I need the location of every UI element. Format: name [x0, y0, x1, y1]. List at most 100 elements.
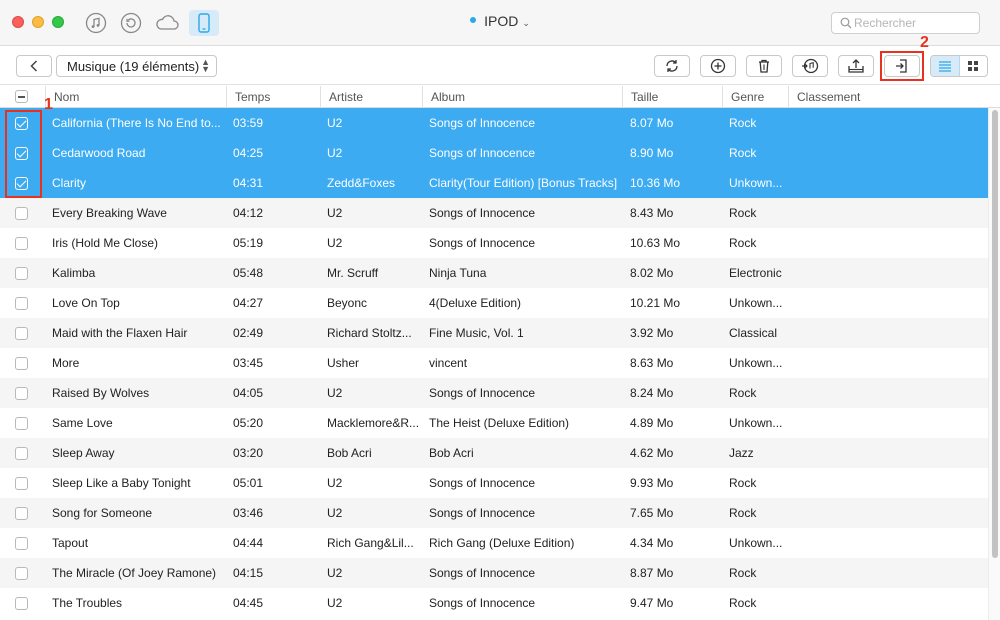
table-row[interactable]: Raised By Wolves 04:05 U2 Songs of Innocenc…: [0, 378, 988, 408]
refresh-button[interactable]: [654, 55, 690, 77]
cell-album: Rich Gang (Deluxe Edition): [429, 536, 575, 550]
table-row[interactable]: Clarity 04:31 Zedd&Foxes Clarity(Tour Editi…: [0, 168, 988, 198]
row-checkbox[interactable]: [15, 387, 28, 400]
chevron-down-icon[interactable]: ⌄: [522, 18, 530, 28]
column-header-genre[interactable]: Genre: [722, 86, 788, 108]
cell-genre: Rock: [729, 506, 757, 520]
cell-artist: Mr. Scruff: [327, 266, 379, 280]
select-all-checkbox[interactable]: [15, 90, 28, 103]
column-header-size[interactable]: Taille: [622, 86, 722, 108]
row-checkbox[interactable]: [15, 597, 28, 610]
row-checkbox[interactable]: [15, 207, 28, 220]
row-checkbox[interactable]: [15, 417, 28, 430]
cell-name: More: [52, 356, 80, 370]
plus-circle-icon: [710, 58, 726, 74]
cell-time: 05:19: [233, 236, 264, 250]
column-header-artist[interactable]: Artiste: [320, 86, 422, 108]
table-row[interactable]: Sleep Away 03:20 Bob Acri Bob Acri 4.62 Mo Ja…: [0, 438, 988, 468]
row-checkbox[interactable]: [15, 177, 28, 190]
cell-size: 3.92 Mo: [630, 326, 674, 340]
row-checkbox[interactable]: [15, 327, 28, 340]
row-checkbox[interactable]: [15, 117, 28, 130]
cell-genre: Rock: [729, 476, 757, 490]
row-checkbox[interactable]: [15, 297, 28, 310]
trash-icon: [759, 59, 769, 73]
cell-artist: Bob Acri: [327, 446, 372, 460]
cell-genre: Rock: [729, 236, 757, 250]
cell-time: 05:48: [233, 266, 264, 280]
cell-time: 03:45: [233, 356, 264, 370]
row-checkbox[interactable]: [15, 267, 28, 280]
table-row[interactable]: Cedarwood Road 04:25 U2 Songs of Innocence 8…: [0, 138, 988, 168]
restore-history-icon[interactable]: [118, 10, 144, 36]
send-to-device-button[interactable]: [884, 55, 920, 77]
table-row[interactable]: Sleep Like a Baby Tonight 05:01 U2 Songs of…: [0, 468, 988, 498]
icloud-icon[interactable]: [154, 10, 180, 36]
table-row[interactable]: The Miracle (Of Joey Ramone) 04:15 U2 Songs…: [0, 558, 988, 588]
zoom-window-button[interactable]: [52, 16, 64, 28]
delete-button[interactable]: [746, 55, 782, 77]
table-row[interactable]: Maid with the Flaxen Hair 02:49 Richard St…: [0, 318, 988, 348]
ipod-device-icon[interactable]: [189, 10, 219, 36]
cell-size: 10.21 Mo: [630, 296, 681, 310]
table-row[interactable]: The Troubles 04:45 U2 Songs of Innocence 9.4…: [0, 588, 988, 618]
cell-time: 04:31: [233, 176, 264, 190]
cell-size: 9.47 Mo: [630, 596, 674, 610]
vertical-scrollbar[interactable]: [988, 108, 1000, 620]
column-header-album[interactable]: Album: [422, 86, 622, 108]
table-row[interactable]: Iris (Hold Me Close) 05:19 U2 Songs of Inno…: [0, 228, 988, 258]
table-row[interactable]: More 03:45 Usher vincent 8.63 Mo Unkown...: [0, 348, 988, 378]
cell-name: Sleep Like a Baby Tonight: [52, 476, 191, 490]
export-to-pc-button[interactable]: [838, 55, 874, 77]
column-header-time[interactable]: Temps: [226, 86, 320, 108]
cell-name: Same Love: [52, 416, 113, 430]
add-button[interactable]: [700, 55, 736, 77]
row-checkbox[interactable]: [15, 147, 28, 160]
category-select[interactable]: Musique (19 éléments) ▲ ▼: [56, 55, 217, 77]
row-checkbox[interactable]: [15, 237, 28, 250]
search-placeholder: Rechercher: [854, 16, 917, 30]
cell-album: Songs of Innocence: [429, 236, 536, 250]
device-name[interactable]: IPOD: [484, 13, 518, 29]
send-to-itunes-button[interactable]: [792, 55, 828, 77]
row-checkbox[interactable]: [15, 477, 28, 490]
table-row[interactable]: Tapout 04:44 Rich Gang&Lil... Rich Gang (De…: [0, 528, 988, 558]
cell-artist: Rich Gang&Lil...: [327, 536, 414, 550]
table-row[interactable]: Same Love 05:20 Macklemore&R... The Heist (…: [0, 408, 988, 438]
scrollbar-thumb[interactable]: [992, 110, 998, 558]
table-row[interactable]: Every Breaking Wave 04:12 U2 Songs of Innoc…: [0, 198, 988, 228]
chevron-left-icon: [30, 60, 38, 72]
row-checkbox[interactable]: [15, 357, 28, 370]
grid-view-icon: [968, 61, 979, 71]
table-row[interactable]: California (There Is No End to... 03:59 U2…: [0, 108, 988, 138]
back-button[interactable]: [16, 55, 52, 77]
cell-size: 8.90 Mo: [630, 146, 674, 160]
cell-album: Clarity(Tour Edition) [Bonus Tracks]: [429, 176, 618, 190]
minimize-window-button[interactable]: [32, 16, 44, 28]
row-checkbox[interactable]: [15, 447, 28, 460]
grid-view-button[interactable]: [960, 56, 988, 76]
cell-size: 10.63 Mo: [630, 236, 681, 250]
cell-name: Every Breaking Wave: [52, 206, 167, 220]
search-input[interactable]: Rechercher: [831, 12, 980, 34]
row-checkbox[interactable]: [15, 507, 28, 520]
cell-size: 10.36 Mo: [630, 176, 681, 190]
cell-size: 9.93 Mo: [630, 476, 674, 490]
cell-album: Ninja Tuna: [429, 266, 487, 280]
row-checkbox[interactable]: [15, 537, 28, 550]
cell-time: 04:27: [233, 296, 264, 310]
music-note-icon[interactable]: [83, 10, 109, 36]
cell-genre: Unkown...: [729, 356, 783, 370]
table-row[interactable]: Song for Someone 03:46 U2 Songs of Innocenc…: [0, 498, 988, 528]
table-row[interactable]: Love On Top 04:27 Beyonc 4(Deluxe Edition) 1…: [0, 288, 988, 318]
cell-album: The Heist (Deluxe Edition): [429, 416, 570, 430]
column-header-rating[interactable]: Classement: [788, 86, 988, 108]
cell-name: The Miracle (Of Joey Ramone): [52, 566, 217, 580]
cell-artist: U2: [327, 386, 343, 400]
row-checkbox[interactable]: [15, 567, 28, 580]
table-row[interactable]: Kalimba 05:48 Mr. Scruff Ninja Tuna 8.02 Mo E…: [0, 258, 988, 288]
close-window-button[interactable]: [12, 16, 24, 28]
cell-artist: Macklemore&R...: [327, 416, 420, 430]
list-view-button[interactable]: [931, 56, 960, 76]
column-header-name[interactable]: Nom: [45, 86, 226, 108]
